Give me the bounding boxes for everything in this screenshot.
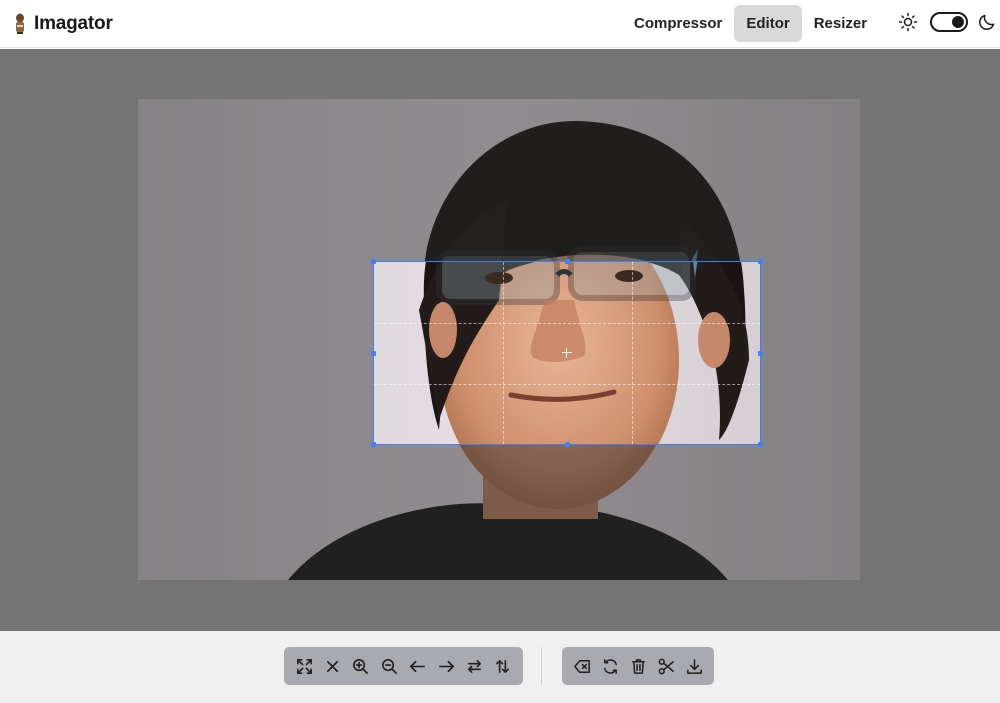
crop-grid-line [503,262,504,444]
main-nav: Compressor Editor Resizer [622,5,879,42]
crop-handle-right[interactable] [758,351,763,356]
theme-controls [898,12,996,32]
crop-grid-line [374,384,760,385]
delete-icon [631,658,645,674]
nav-resizer[interactable]: Resizer [802,5,879,42]
flip-horizontal-button[interactable] [460,651,488,681]
fit-to-screen-icon [296,658,312,674]
flip-vertical-button[interactable] [489,651,517,681]
crop-center-marker [562,348,572,358]
crop-grid-line [374,323,760,324]
clear-button[interactable] [568,651,596,681]
app-title: Imagator [34,13,113,34]
toolbar-divider [541,647,542,685]
logo-icon [16,13,24,34]
edit-tool-group [562,647,714,685]
move-right-button[interactable] [432,651,460,681]
sun-icon[interactable] [898,12,918,32]
theme-toggle[interactable] [930,12,968,32]
moon-icon[interactable] [978,13,996,31]
reset-icon [603,658,617,674]
crop-handle-top-left[interactable] [371,259,376,264]
crop-handle-left[interactable] [371,351,376,356]
crop-handle-bottom-right[interactable] [758,442,763,447]
zoom-out-icon [381,658,397,674]
fit-to-screen-button[interactable] [290,651,318,681]
zoom-out-button[interactable] [375,651,403,681]
view-tool-group [284,647,523,685]
crop-grid-line [632,262,633,444]
close-icon [327,660,339,672]
editor-toolbar [0,631,1000,703]
crop-cut-icon [658,658,674,674]
delete-button[interactable] [624,651,652,681]
nav-compressor[interactable]: Compressor [622,5,734,42]
zoom-in-icon [353,658,369,674]
move-left-icon [410,660,426,672]
crop-handle-bottom[interactable] [565,442,570,447]
download-icon [686,658,702,674]
brand[interactable]: Imagator [14,10,113,38]
close-button[interactable] [318,651,346,681]
move-left-button[interactable] [404,651,432,681]
crop-handle-top[interactable] [565,259,570,264]
crop-selection[interactable] [373,261,761,445]
toggle-knob [952,16,964,28]
crop-handle-top-right[interactable] [758,259,763,264]
top-nav-bar: Imagator Compressor Editor Resizer [0,0,1000,48]
reset-button[interactable] [596,651,624,681]
flip-vertical-icon [496,659,510,673]
clear-icon [573,659,590,673]
editor-canvas [0,49,1000,631]
download-button[interactable] [680,651,708,681]
crop-cut-button[interactable] [652,651,680,681]
crop-handle-bottom-left[interactable] [371,442,376,447]
image-preview[interactable] [138,99,860,580]
nav-editor[interactable]: Editor [734,5,802,42]
zoom-in-button[interactable] [347,651,375,681]
flip-horizontal-icon [467,659,481,673]
move-right-icon [438,660,454,672]
